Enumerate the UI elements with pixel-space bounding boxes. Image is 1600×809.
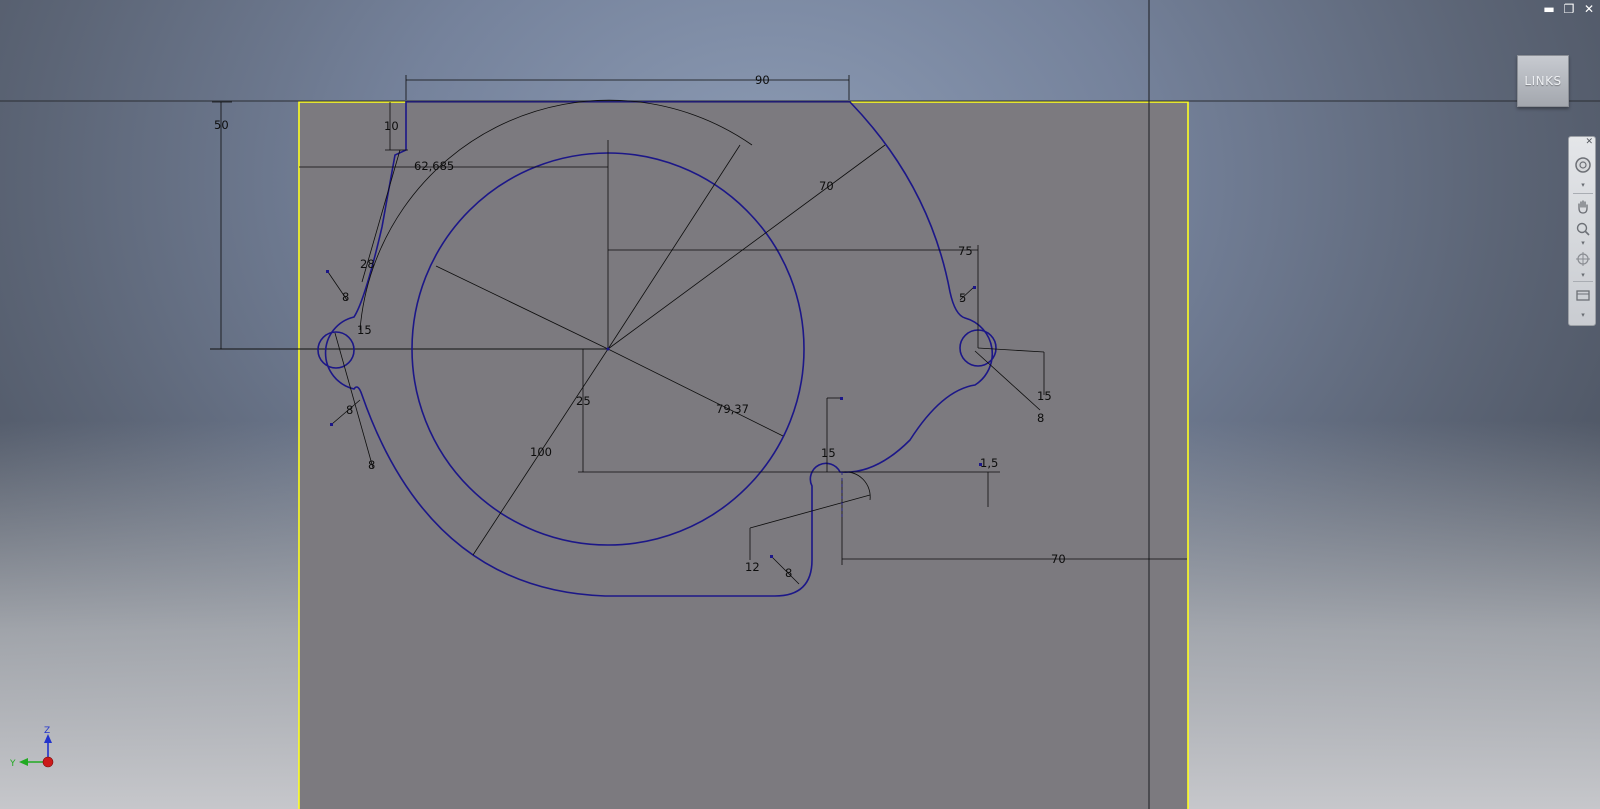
navbar-close-button[interactable]: ✕ bbox=[1585, 137, 1593, 147]
dim-90: 90 bbox=[755, 73, 770, 87]
sketch-canvas[interactable]: 90 50 10 62,685 70 75 28 8 15 5 15 8 8 8… bbox=[0, 0, 1600, 809]
dim-50: 50 bbox=[214, 118, 229, 132]
orbit-button[interactable] bbox=[1572, 249, 1594, 269]
dim-15-left: 15 bbox=[357, 323, 372, 337]
dim-15-right: 15 bbox=[1037, 389, 1052, 403]
navigation-bar: ✕ ▾ ▾ ▾ ▾ bbox=[1568, 136, 1596, 326]
chevron-down-icon[interactable]: ▾ bbox=[1569, 181, 1597, 189]
dim-1-5: 1,5 bbox=[980, 456, 998, 470]
triad-z-label: Z bbox=[44, 726, 50, 736]
dim-10: 10 bbox=[384, 119, 399, 133]
orbit-icon bbox=[1576, 252, 1590, 266]
steering-wheel-button[interactable] bbox=[1572, 155, 1594, 175]
look-at-icon bbox=[1576, 290, 1590, 301]
zoom-icon bbox=[1576, 222, 1590, 236]
dim-5: 5 bbox=[959, 291, 966, 305]
chevron-down-icon[interactable]: ▾ bbox=[1569, 239, 1597, 247]
axis-triad: Z Y bbox=[9, 726, 54, 769]
dim-8-bottom: 8 bbox=[785, 566, 792, 580]
chevron-down-icon[interactable]: ▾ bbox=[1569, 311, 1597, 319]
dim-100: 100 bbox=[530, 445, 552, 459]
dim-70-radius: 70 bbox=[819, 179, 834, 193]
dim-70-bottom: 70 bbox=[1051, 552, 1066, 566]
dim-79-37: 79,37 bbox=[716, 402, 749, 416]
dim-8-left: 8 bbox=[346, 403, 353, 417]
minimize-button[interactable]: ▬ bbox=[1542, 2, 1556, 16]
dim-15-center: 15 bbox=[821, 446, 836, 460]
dim-28: 28 bbox=[360, 257, 375, 271]
dim-62-685: 62,685 bbox=[414, 159, 454, 173]
viewcube[interactable]: LINKS bbox=[1517, 55, 1569, 107]
dim-25: 25 bbox=[576, 394, 591, 408]
zoom-button[interactable] bbox=[1572, 219, 1594, 239]
chevron-down-icon[interactable]: ▾ bbox=[1569, 271, 1597, 279]
pan-button[interactable] bbox=[1572, 197, 1594, 217]
dim-75: 75 bbox=[958, 244, 973, 258]
look-at-button[interactable] bbox=[1572, 285, 1594, 305]
dim-8-lower-left: 8 bbox=[368, 458, 375, 472]
dim-8-right: 8 bbox=[1037, 411, 1044, 425]
restore-button[interactable]: ❐ bbox=[1562, 2, 1576, 16]
hand-icon bbox=[1578, 200, 1588, 214]
dim-8-top-left: 8 bbox=[342, 290, 349, 304]
dim-12: 12 bbox=[745, 560, 760, 574]
viewcube-face-label: LINKS bbox=[1524, 74, 1562, 88]
close-button[interactable]: ✕ bbox=[1582, 2, 1596, 16]
triad-y-label: Y bbox=[9, 759, 16, 769]
steering-wheel-icon bbox=[1575, 157, 1591, 173]
window-controls: ▬ ❐ ✕ bbox=[1542, 2, 1596, 16]
